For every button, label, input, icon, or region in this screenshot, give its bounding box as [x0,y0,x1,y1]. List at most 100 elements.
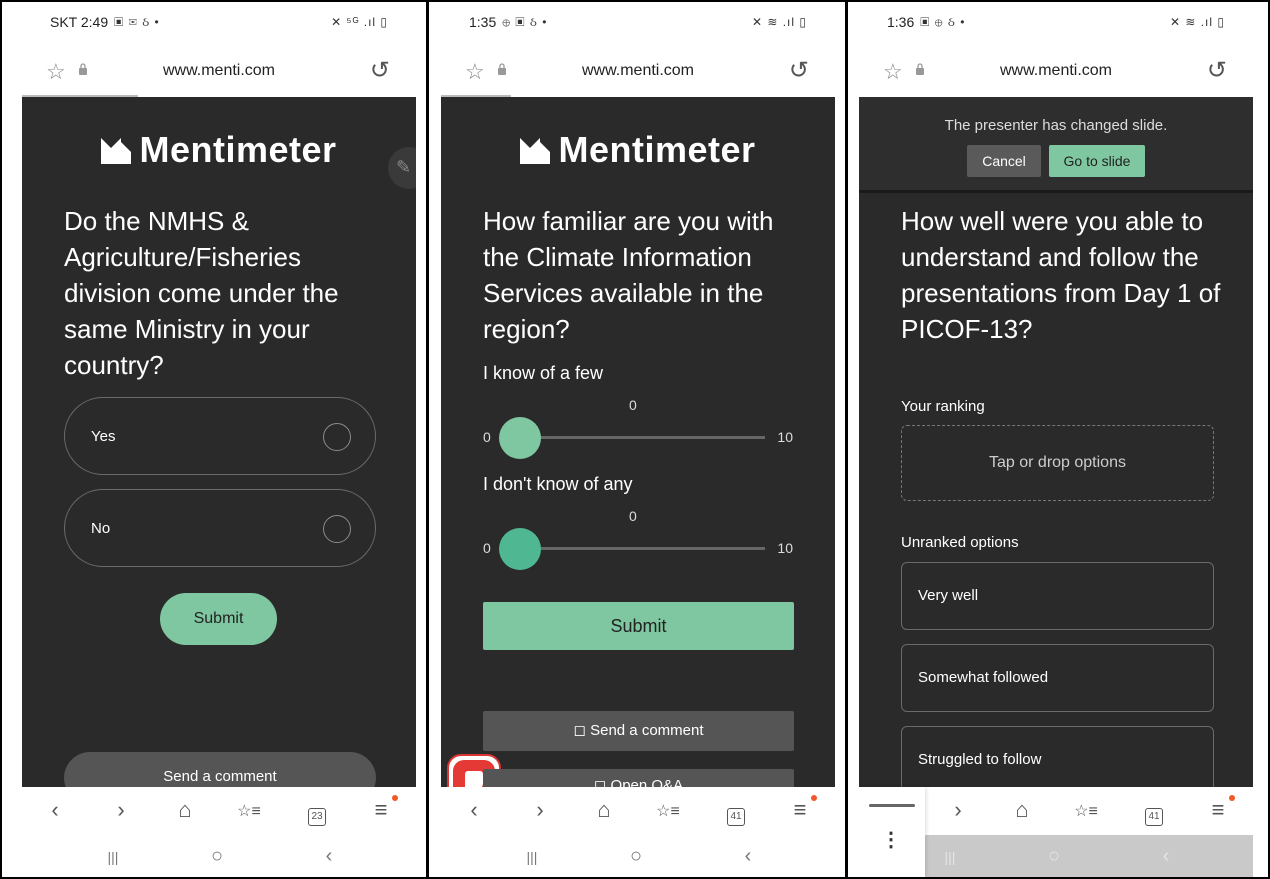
unranked-label: Unranked options [901,534,1019,551]
phone-panel-1: SKT 2:49 ▣ ✉ ઠ • ✕ ⁵ᴳ .ıl ▯ ☆ www.menti.… [22,2,416,877]
menu-icon[interactable]: ≡ [785,797,815,823]
back-button-icon[interactable]: ‹ [733,845,763,868]
slider-min: 0 [483,429,491,445]
radio-button[interactable] [323,423,351,451]
slider-dont-know[interactable]: 0 10 [483,528,793,570]
status-time: 1:36 [887,14,915,30]
back-icon[interactable]: ‹ [40,797,70,823]
url-text[interactable]: www.menti.com [859,62,1253,80]
recents-icon[interactable]: ||| [935,849,965,865]
question-text: Do the NMHS & Agriculture/Fisheries divi… [64,206,339,380]
menti-content: Mentimeter How familiar are you with the… [441,97,835,787]
banner-message: The presenter has changed slide. [944,117,1168,134]
send-comment-button[interactable]: ◻ Send a comment [483,711,794,751]
slider-thumb[interactable] [499,417,541,459]
status-system-icons: ✕ ⁵ᴳ .ıl ▯ [331,15,388,29]
address-bar[interactable]: ☆ www.menti.com ↺ [22,46,416,96]
forward-icon[interactable]: › [943,797,973,823]
send-comment-button[interactable]: Send a comment [64,752,376,787]
forward-icon[interactable]: › [525,797,555,823]
bookmarks-icon[interactable]: ☆≡ [234,801,264,821]
status-time: SKT 2:49 [50,14,109,30]
back-button-icon[interactable]: ‹ [1151,845,1181,868]
drag-handle[interactable] [869,804,915,807]
home-button-icon[interactable]: ○ [202,845,232,868]
system-nav-bar: ||| ○ ‹ [441,835,835,877]
bookmarks-icon[interactable]: ☆≡ [653,801,683,821]
status-notification-icons: ▣ ⊕ ઠ • [920,14,966,29]
home-icon[interactable]: ⌂ [170,797,200,823]
url-text[interactable]: www.menti.com [441,62,835,80]
menti-content: The presenter has changed slide. Cancel … [859,97,1253,787]
slide-changed-banner: The presenter has changed slide. Cancel … [859,97,1253,193]
browser-toolbar: ‹ › ⌂ ☆≡ 23 ≡ [22,787,416,835]
address-bar[interactable]: ☆ www.menti.com ↺ [859,46,1253,96]
slider-max: 10 [777,429,793,445]
url-text[interactable]: www.menti.com [22,62,416,80]
rank-option[interactable]: Struggled to follow [901,726,1214,787]
mentimeter-logo: Mentimeter [441,129,835,171]
slider-know-few[interactable]: 0 10 [483,417,793,459]
reload-icon[interactable]: ↺ [789,56,809,85]
floating-toolbar-card[interactable]: ⋮ [859,787,925,877]
bookmarks-icon[interactable]: ☆≡ [1071,801,1101,821]
brand-name: Mentimeter [139,129,337,170]
recents-icon[interactable]: ||| [98,849,128,865]
go-to-slide-button[interactable]: Go to slide [1049,145,1145,177]
slider-min: 0 [483,540,491,556]
more-options-icon[interactable]: ⋮ [881,827,901,852]
rank-option[interactable]: Very well [901,562,1214,630]
notification-dot [392,795,398,801]
status-bar: 1:35 ⊕ ▣ ઠ • ✕ ≋ .ıl ▯ [441,2,835,42]
pencil-icon[interactable]: ✎ [388,147,416,189]
recents-icon[interactable]: ||| [517,849,547,865]
tabs-button[interactable]: 23 [302,799,332,826]
radio-button[interactable] [323,515,351,543]
slider-track[interactable] [517,436,765,439]
slider-label: I know of a few [483,363,604,383]
notification-dot [811,795,817,801]
submit-button[interactable]: Submit [483,602,794,650]
home-button-icon[interactable]: ○ [1039,845,1069,868]
menu-icon[interactable]: ≡ [366,797,396,823]
option-yes[interactable]: Yes [64,397,376,475]
status-bar: SKT 2:49 ▣ ✉ ઠ • ✕ ⁵ᴳ .ıl ▯ [22,2,416,42]
slider-value: 0 [629,397,637,413]
back-button-icon[interactable]: ‹ [314,845,344,868]
reload-icon[interactable]: ↺ [1207,56,1227,85]
home-icon[interactable]: ⌂ [589,797,619,823]
home-icon[interactable]: ⌂ [1007,797,1037,823]
question-text: How familiar are you with the Climate In… [483,206,774,344]
rank-option-label: Struggled to follow [918,751,1042,768]
back-icon[interactable]: ‹ [459,797,489,823]
submit-button[interactable]: Submit [160,593,277,645]
status-system-icons: ✕ ≋ .ıl ▯ [1169,15,1225,29]
tabs-button[interactable]: 41 [1139,799,1169,826]
address-bar[interactable]: ☆ www.menti.com ↺ [441,46,835,96]
mentimeter-logo: Mentimeter [22,129,416,171]
slider-track[interactable] [517,547,765,550]
status-notification-icons: ⊕ ▣ ઠ • [502,14,548,29]
option-no[interactable]: No [64,489,376,567]
option-label: No [91,520,111,537]
forward-icon[interactable]: › [106,797,136,823]
slider-label: I don't know of any [483,474,633,494]
cancel-button[interactable]: Cancel [967,145,1041,177]
rank-option[interactable]: Somewhat followed [901,644,1214,712]
qa-icon: ◻ [593,777,607,787]
menu-icon[interactable]: ≡ [1203,797,1233,823]
option-label: Yes [91,428,116,445]
status-system-icons: ✕ ≋ .ıl ▯ [751,15,807,29]
status-bar: 1:36 ▣ ⊕ ઠ • ✕ ≋ .ıl ▯ [859,2,1253,42]
slider-thumb[interactable] [499,528,541,570]
status-time: 1:35 [469,14,497,30]
tab-count: 41 [1145,808,1163,826]
brand-name: Mentimeter [558,129,756,170]
send-comment-label: Send a comment [590,722,704,739]
open-qa-button[interactable]: ◻ Open Q&A [483,769,794,787]
mentimeter-mark-icon [101,138,132,164]
home-button-icon[interactable]: ○ [621,845,651,868]
reload-icon[interactable]: ↺ [370,56,390,85]
ranking-dropzone[interactable]: Tap or drop options [901,425,1214,501]
tabs-button[interactable]: 41 [721,799,751,826]
